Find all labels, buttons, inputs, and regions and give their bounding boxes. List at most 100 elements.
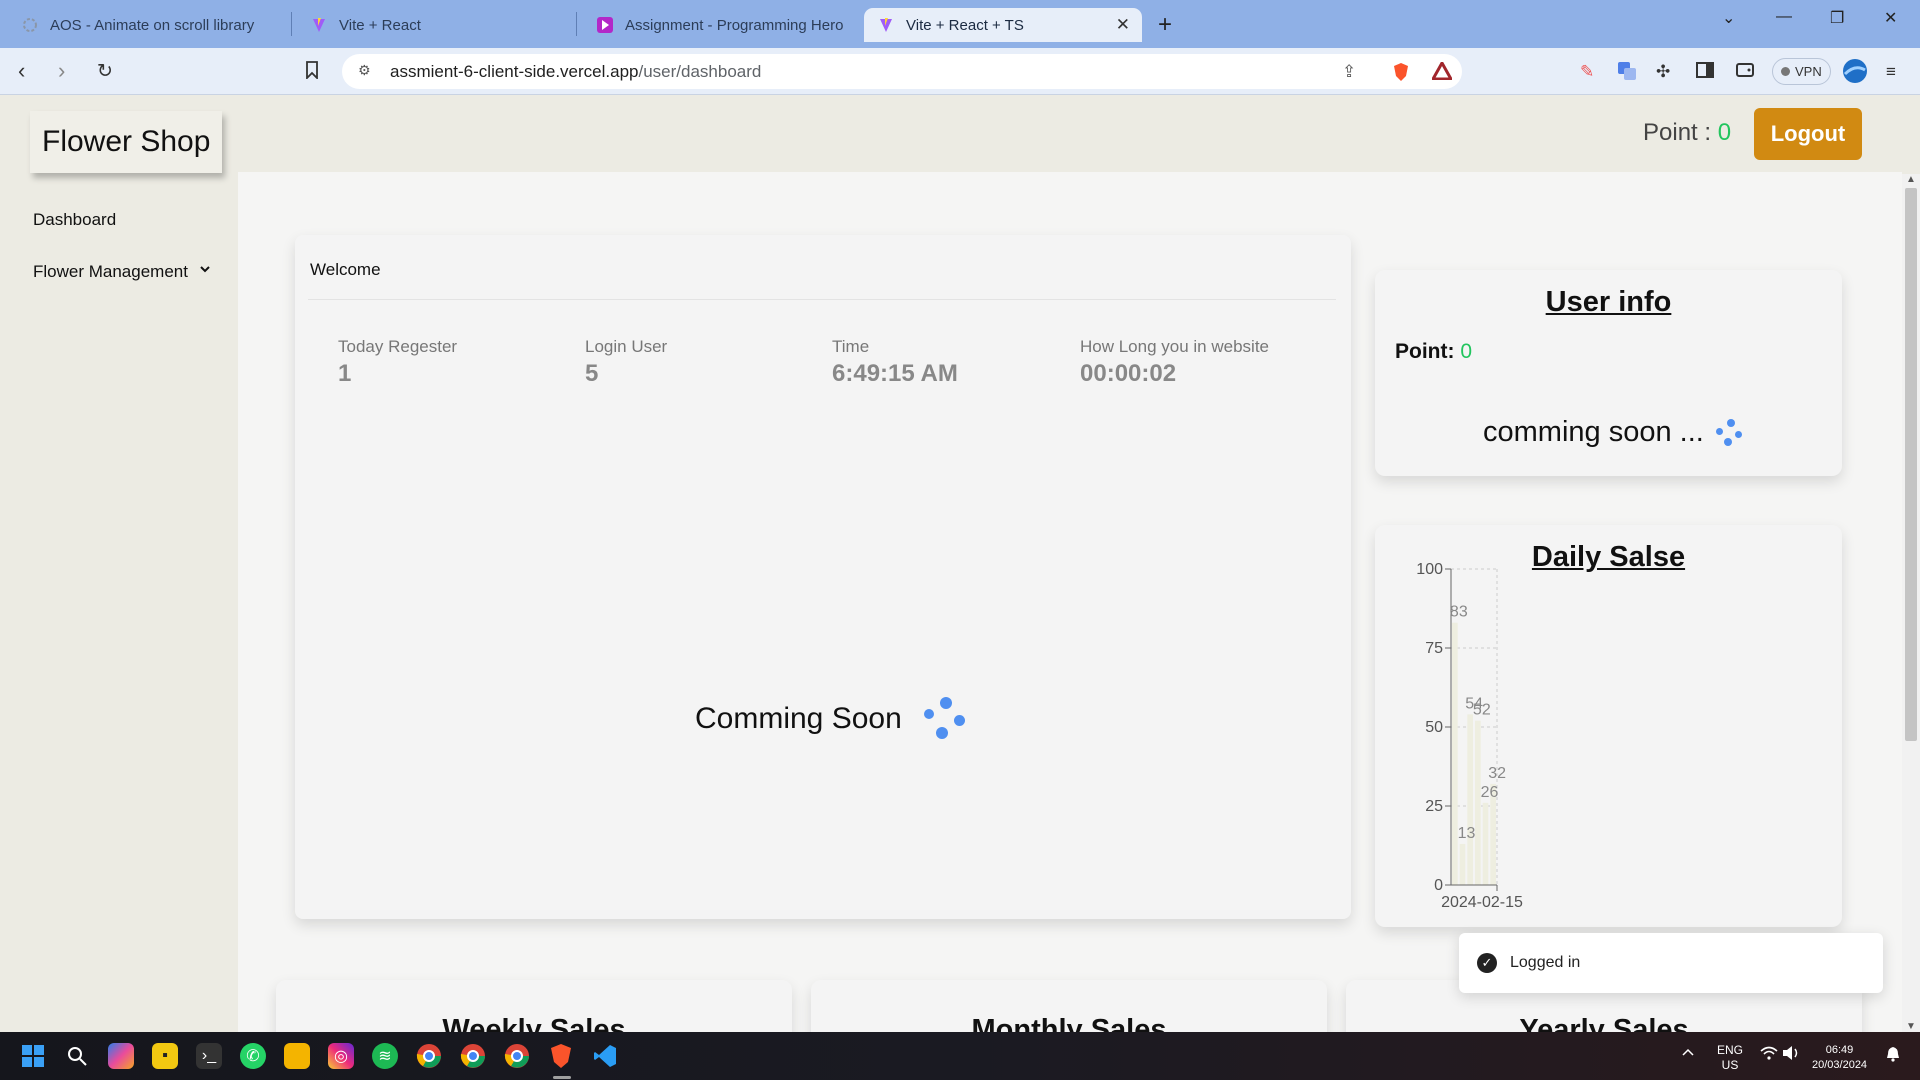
chart-data-label: 83 — [1450, 604, 1468, 621]
programming-hero-favicon-icon — [597, 17, 613, 33]
menu-icon[interactable]: ≡ — [1886, 62, 1896, 82]
stat-label: Today Regester — [338, 337, 458, 356]
stat-label: How Long you in website — [1080, 337, 1270, 356]
chrome-icon[interactable] — [504, 1043, 530, 1069]
bookmark-icon[interactable] — [305, 61, 319, 84]
restore-icon[interactable]: ❐ — [1830, 8, 1844, 28]
sidebar-item-flower-management[interactable]: Flower Management — [33, 262, 210, 282]
new-tab-icon[interactable]: + — [1158, 11, 1172, 39]
vpn-button[interactable]: VPN — [1772, 58, 1831, 85]
color-picker-extension-icon[interactable]: ✎ — [1580, 62, 1594, 82]
weekly-sales-card: Weekly Sales — [276, 980, 792, 1032]
wallet-icon[interactable] — [1736, 62, 1754, 83]
vscode-icon[interactable] — [592, 1043, 618, 1069]
scroll-down-icon[interactable]: ▼ — [1906, 1021, 1916, 1032]
chart-y-tick-label: 25 — [1425, 798, 1443, 815]
brave-shields-icon[interactable] — [1392, 62, 1410, 87]
welcome-card: Welcome Today Regester 1 Login User 5 Ti… — [295, 235, 1351, 919]
chart-x-tick-label: 2024-02-15 — [1441, 894, 1523, 911]
daily-sales-card: Daily Salse 0 25 50 75 100 2024-02-15 83 13 54 52… — [1375, 525, 1842, 927]
share-icon[interactable]: ⇪ — [1342, 62, 1356, 82]
chart-bar — [1475, 720, 1481, 885]
minimize-icon[interactable]: — — [1776, 8, 1792, 26]
translate-extension-icon[interactable] — [1618, 62, 1636, 85]
toast-notification: ✓ Logged in — [1459, 933, 1883, 993]
forward-icon[interactable]: › — [58, 58, 65, 84]
stat-value: 5 — [585, 360, 599, 387]
wifi-icon[interactable] — [1760, 1046, 1778, 1063]
chart-bar — [1467, 714, 1473, 885]
sticky-notes-icon[interactable]: ▪ — [152, 1043, 178, 1069]
header-points: Point : 0 — [1643, 119, 1731, 147]
extensions-puzzle-icon[interactable]: ✣ — [1656, 62, 1670, 82]
stat-label: Time — [832, 337, 870, 356]
coming-soon-text: Comming Soon — [695, 702, 902, 735]
brave-rewards-icon[interactable] — [1430, 59, 1454, 85]
sidebar-item-label: Dashboard — [33, 210, 117, 229]
volume-icon[interactable] — [1782, 1045, 1800, 1064]
sidebar-item-dashboard[interactable]: Dashboard — [33, 210, 116, 230]
url-text: assmient-6-client-side.vercel.app/user/d… — [390, 62, 761, 82]
reload-icon[interactable]: ↻ — [97, 60, 113, 83]
page-scrollbar[interactable]: ▲ ▼ — [1902, 174, 1920, 1032]
user-coming-soon-text: comming soon ... — [1483, 416, 1704, 448]
scroll-up-icon[interactable]: ▲ — [1906, 174, 1916, 185]
monthly-sales-card: Monthly Sales — [811, 980, 1327, 1032]
chart-bar — [1452, 622, 1458, 885]
weekly-sales-title: Weekly Sales — [442, 1014, 626, 1032]
tab-search-chevron-icon[interactable]: ⌄ — [1722, 8, 1735, 28]
sidebar-item-label: Flower Management — [33, 262, 188, 281]
stat-time-on-site: How Long you in website 00:00:02 — [1080, 337, 1269, 388]
close-window-icon[interactable]: ✕ — [1884, 8, 1897, 28]
tab-title: Vite + React — [339, 16, 421, 34]
terminal-icon[interactable]: ›_ — [196, 1043, 222, 1069]
chart-bar — [1482, 802, 1489, 885]
chart-y-tick-label: 50 — [1425, 719, 1443, 736]
user-coming-soon: comming soon ... — [1483, 416, 1744, 449]
logout-button[interactable]: Logout — [1754, 108, 1862, 160]
file-explorer-icon[interactable] — [284, 1043, 310, 1069]
aos-favicon-icon — [22, 17, 38, 33]
chart-data-label: 32 — [1488, 765, 1506, 782]
search-icon[interactable] — [64, 1043, 90, 1069]
url-path: /user/dashboard — [638, 62, 762, 81]
stat-value: 00:00:02 — [1080, 360, 1177, 387]
windows-start-icon[interactable] — [20, 1043, 46, 1069]
stat-value: 1 — [338, 360, 352, 387]
sidebar-toggle-icon[interactable] — [1696, 62, 1714, 83]
browser-tab[interactable]: Assignment - Programming Hero — [583, 8, 863, 42]
daily-sales-chart: 02550751002024-02-15831354522632 — [1416, 561, 1523, 911]
url-bar[interactable]: ⚙ assmient-6-client-side.vercel.app/user… — [342, 54, 1462, 89]
spotify-icon[interactable]: ≋ — [372, 1043, 398, 1069]
browser-tab-active[interactable]: Vite + React + TS ✕ — [864, 8, 1142, 42]
chrome-profile-2-icon[interactable] — [460, 1043, 486, 1069]
chart-y-tick-label: 100 — [1416, 561, 1443, 578]
close-tab-icon[interactable]: ✕ — [1116, 15, 1130, 35]
back-icon[interactable]: ‹ — [18, 58, 25, 84]
whatsapp-icon[interactable]: ✆ — [240, 1043, 266, 1069]
system-clock[interactable]: 06:49 20/03/2024 — [1812, 1043, 1867, 1073]
instagram-icon[interactable]: ◎ — [328, 1043, 354, 1069]
active-app-indicator — [553, 1076, 571, 1079]
language-indicator[interactable]: ENG US — [1717, 1043, 1743, 1073]
notification-bell-icon[interactable] — [1886, 1046, 1900, 1065]
vite-favicon-icon — [311, 17, 327, 33]
tab-separator — [576, 12, 577, 36]
chrome-profile-1-icon[interactable] — [416, 1043, 442, 1069]
brave-browser-icon[interactable] — [548, 1043, 574, 1069]
site-settings-icon[interactable]: ⚙ — [358, 62, 371, 79]
profile-avatar-icon[interactable] — [1842, 58, 1868, 89]
browser-tab[interactable]: Vite + React — [297, 8, 575, 42]
logo[interactable]: Flower Shop — [30, 111, 223, 173]
welcome-title: Welcome — [310, 260, 381, 279]
monthly-sales-title: Monthly Sales — [971, 1014, 1167, 1032]
check-circle-icon: ✓ — [1477, 953, 1497, 973]
copilot-icon[interactable] — [108, 1043, 134, 1069]
vite-favicon-icon — [878, 17, 894, 33]
tab-title: Assignment - Programming Hero — [625, 16, 844, 34]
scrollbar-thumb[interactable] — [1905, 188, 1917, 741]
browser-tab[interactable]: AOS - Animate on scroll library — [8, 8, 290, 42]
chart-y-tick-label: 75 — [1425, 640, 1443, 657]
stat-login-user: Login User 5 — [585, 337, 667, 388]
show-hidden-icons-icon[interactable] — [1682, 1046, 1694, 1060]
